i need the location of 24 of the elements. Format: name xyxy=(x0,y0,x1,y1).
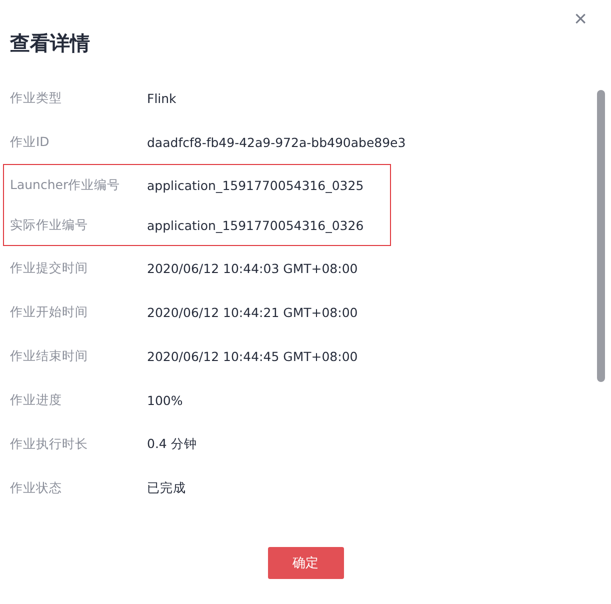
field-value: 100% xyxy=(147,392,183,408)
dialog-title: 查看详情 xyxy=(10,30,90,57)
field-label: 作业提交时间 xyxy=(10,260,89,276)
field-label: 作业开始时间 xyxy=(10,304,89,320)
field-value: 2020/06/12 10:44:21 GMT+08:00 xyxy=(147,304,358,320)
field-value: Flink xyxy=(147,90,176,106)
field-value: daadfcf8-fb49-42a9-972a-bb490abe89e3 xyxy=(147,134,406,150)
field-value: application_1591770054316_0325 xyxy=(147,178,364,192)
field-label: 作业执行时长 xyxy=(10,436,89,452)
scrollbar[interactable] xyxy=(597,90,605,382)
close-button[interactable]: × xyxy=(570,6,591,32)
field-label: 作业ID xyxy=(10,134,50,150)
field-label: Launcher作业编号 xyxy=(10,176,122,194)
field-label: 作业结束时间 xyxy=(10,348,89,364)
field-value: 0.4 分钟 xyxy=(147,436,197,452)
field-value: 2020/06/12 10:44:45 GMT+08:00 xyxy=(147,348,358,364)
confirm-button[interactable]: 确定 xyxy=(268,547,344,579)
field-label: 实际作业编号 xyxy=(10,216,89,234)
field-value: application_1591770054316_0326 xyxy=(147,218,364,232)
field-label: 作业类型 xyxy=(10,90,63,106)
field-value: 已完成 xyxy=(147,480,186,496)
field-value: 2020/06/12 10:44:03 GMT+08:00 xyxy=(147,260,358,276)
field-label: 作业进度 xyxy=(10,392,63,408)
field-label: 作业状态 xyxy=(10,480,63,496)
